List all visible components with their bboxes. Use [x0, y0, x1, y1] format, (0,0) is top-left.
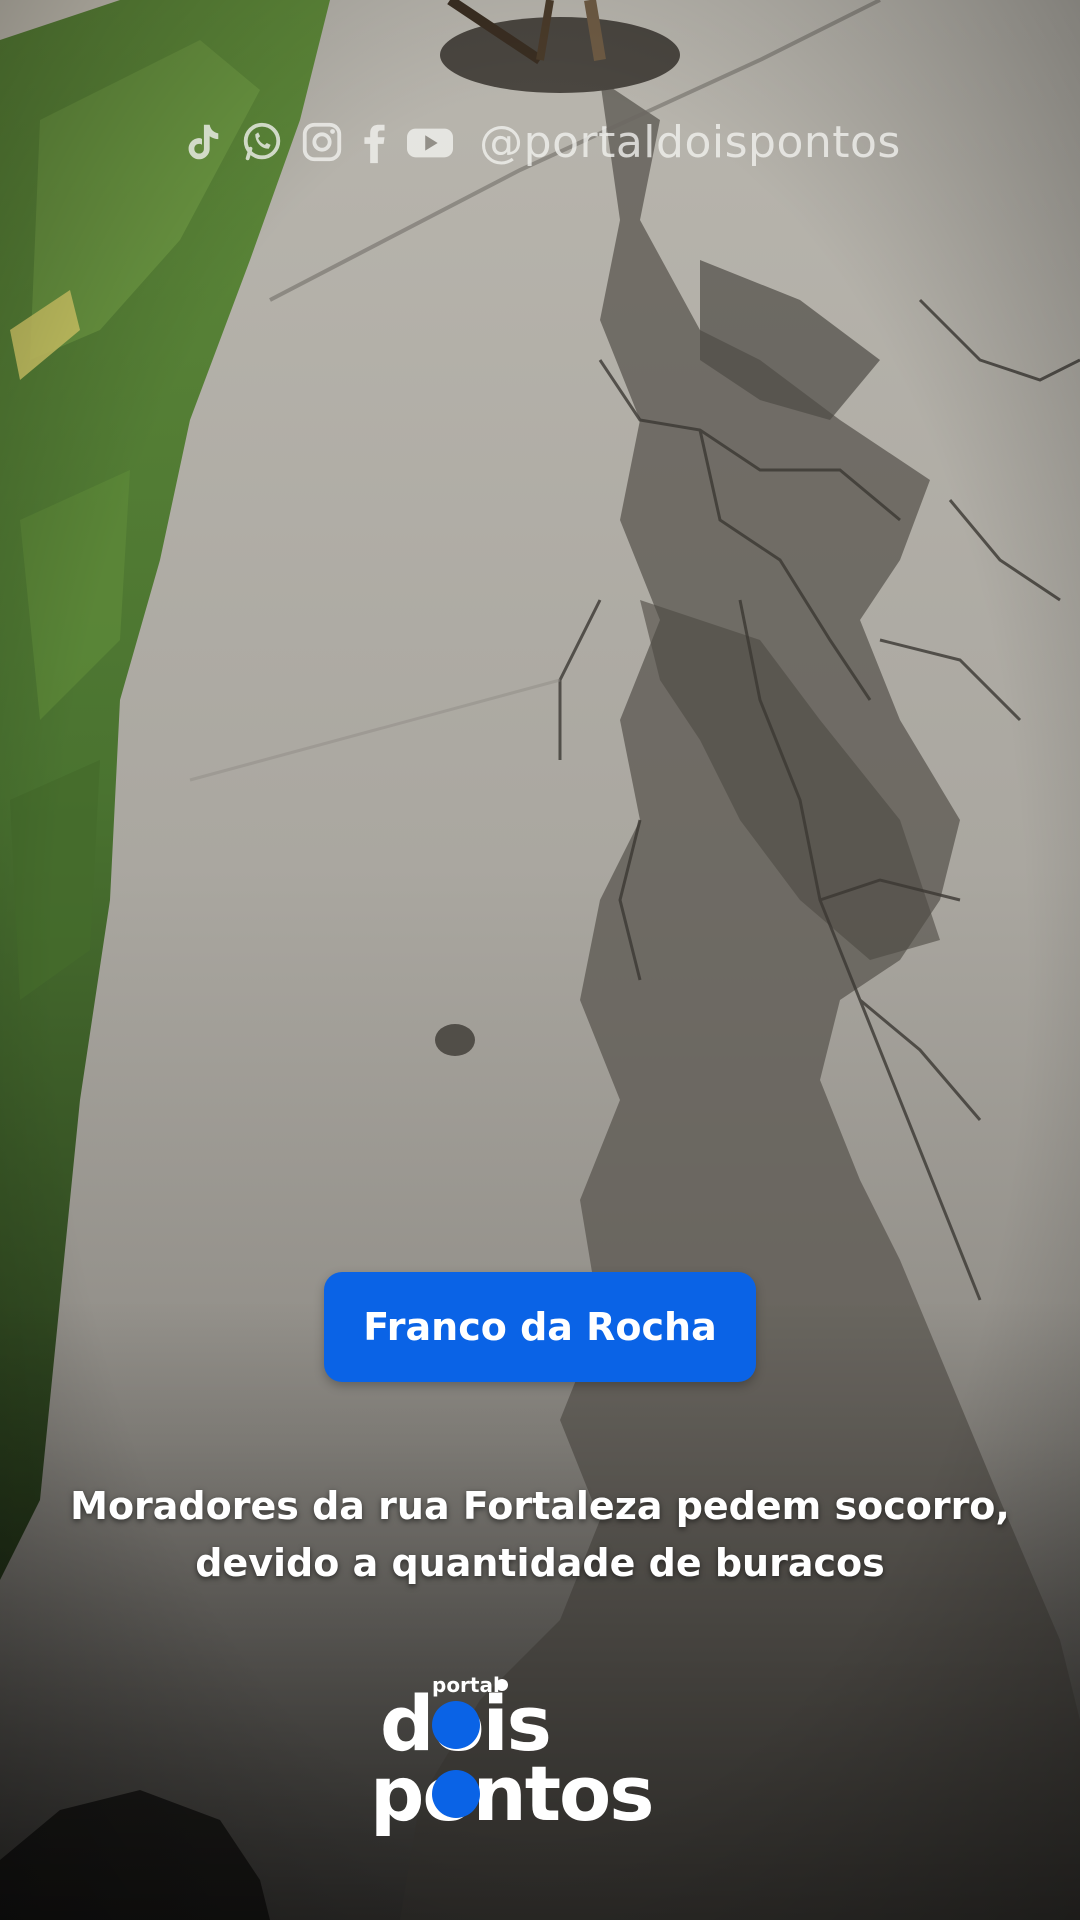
logo-blue-dot-lower — [432, 1770, 480, 1818]
social-watermark: @portaldoispontos — [0, 112, 1080, 172]
facebook-icon — [359, 119, 389, 165]
location-badge: Franco da Rocha — [324, 1272, 756, 1382]
headline-caption: Moradores da rua Fortaleza pedem socorro… — [30, 1478, 1050, 1592]
portal-dois-pontos-logo: portal dois pontos — [370, 1673, 655, 1838]
whatsapp-icon — [239, 119, 285, 165]
road-photo — [0, 0, 1080, 1920]
instagram-icon — [299, 119, 345, 165]
social-handle: @portaldoispontos — [479, 116, 901, 168]
logo-word-pontos: pontos — [370, 1749, 653, 1838]
headline-line-1: Moradores da rua Fortaleza pedem socorro… — [70, 1484, 1010, 1528]
headline-line-2: devido a quantidade de buracos — [195, 1541, 885, 1585]
youtube-icon — [403, 119, 457, 165]
logo-blue-dot-upper — [432, 1701, 480, 1749]
video-frame: @portaldoispontos Franco da Rocha Morado… — [0, 0, 1080, 1920]
tiktok-icon — [179, 119, 225, 165]
